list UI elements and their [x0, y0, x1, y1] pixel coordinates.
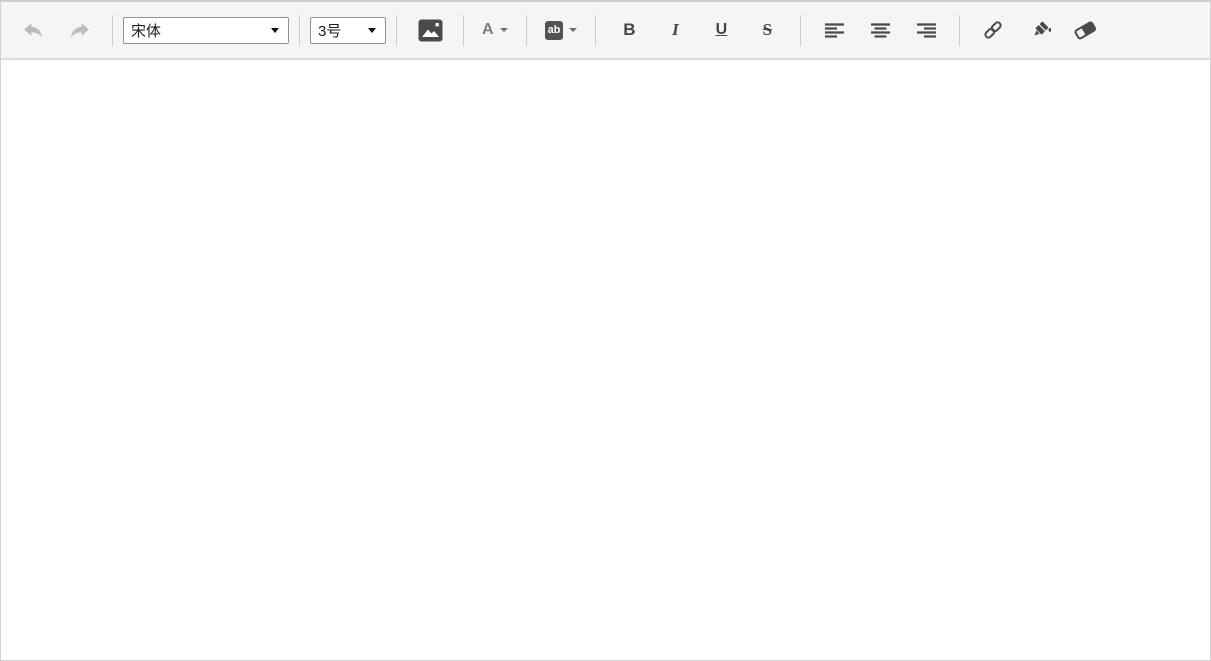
- dropdown-arrow-icon: [368, 27, 376, 33]
- align-left-button[interactable]: [811, 9, 857, 51]
- toolbar-separator: [463, 14, 464, 46]
- toolbar-separator: [396, 14, 397, 46]
- align-right-button[interactable]: [903, 9, 949, 51]
- undo-icon: [23, 22, 44, 39]
- chevron-down-icon: [499, 28, 508, 32]
- toolbar-separator: [112, 14, 113, 46]
- toolbar-separator: [525, 14, 527, 46]
- chevron-down-icon: [569, 28, 578, 32]
- eraser-button[interactable]: [1062, 9, 1108, 51]
- undo-button[interactable]: [10, 9, 56, 51]
- align-left-icon: [824, 22, 844, 38]
- insert-image-button[interactable]: [407, 9, 453, 51]
- font-size-select[interactable]: 3号: [310, 16, 386, 44]
- font-color-button[interactable]: A: [474, 9, 516, 51]
- format-brush-button[interactable]: [1016, 9, 1062, 51]
- italic-button[interactable]: I: [652, 9, 698, 51]
- font-size-value: 3号: [318, 22, 342, 40]
- bold-button[interactable]: B: [606, 9, 652, 51]
- underline-button[interactable]: U: [698, 9, 744, 51]
- font-family-value: 宋体: [131, 22, 162, 40]
- editor-toolbar: 宋体 3号 A ab B I U S: [1, 2, 1210, 60]
- format-brush-icon: [1028, 19, 1051, 42]
- bold-label: B: [623, 20, 636, 39]
- highlight-color-chip: ab: [544, 20, 564, 40]
- toolbar-separator: [959, 14, 961, 46]
- align-right-icon: [916, 22, 936, 38]
- rich-text-editor: 宋体 3号 A ab B I U S: [0, 0, 1211, 661]
- align-center-icon: [870, 22, 890, 38]
- insert-link-button[interactable]: [970, 9, 1016, 51]
- dropdown-arrow-icon: [271, 27, 279, 33]
- italic-label: I: [672, 20, 679, 39]
- font-color-label: A: [482, 21, 494, 38]
- redo-button[interactable]: [56, 9, 102, 51]
- font-family-select[interactable]: 宋体: [123, 16, 289, 44]
- link-icon: [982, 19, 1004, 41]
- strikethrough-button[interactable]: S: [744, 9, 790, 51]
- editor-content[interactable]: [1, 60, 1210, 660]
- eraser-icon: [1073, 20, 1097, 40]
- redo-icon: [69, 22, 90, 39]
- highlight-color-button[interactable]: ab: [537, 9, 586, 51]
- underline-label: U: [715, 21, 728, 38]
- image-icon: [418, 19, 443, 42]
- toolbar-separator: [800, 14, 802, 46]
- strikethrough-label: S: [762, 20, 773, 39]
- toolbar-separator: [595, 14, 597, 46]
- toolbar-separator: [299, 14, 300, 46]
- align-center-button[interactable]: [857, 9, 903, 51]
